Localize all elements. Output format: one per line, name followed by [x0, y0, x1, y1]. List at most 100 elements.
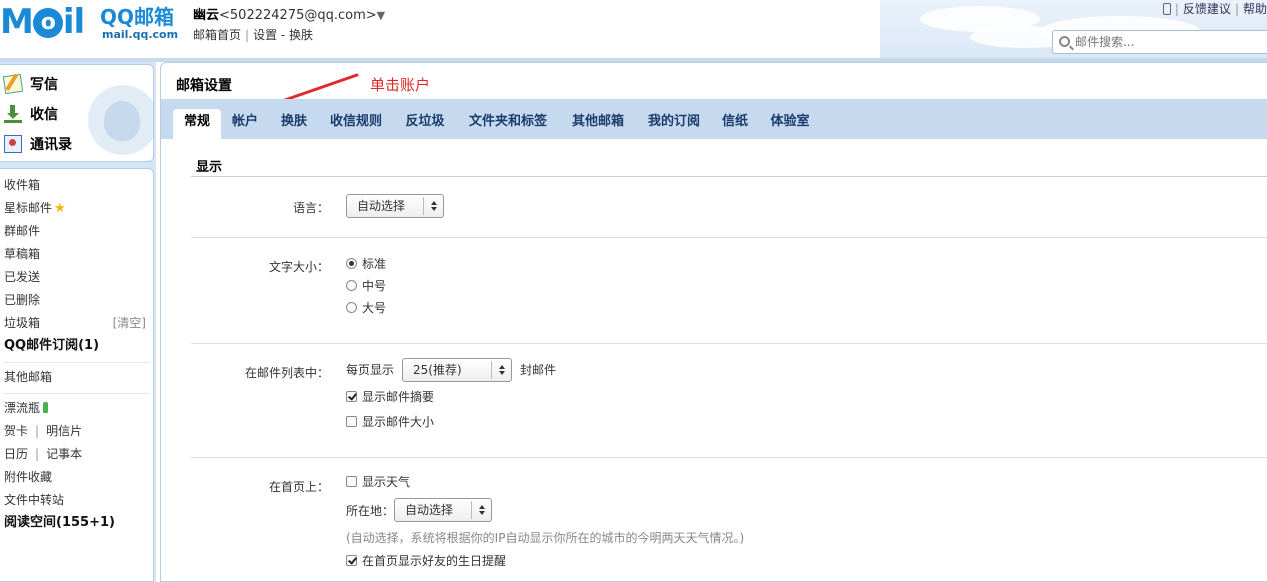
tab-general[interactable]: 常规 — [173, 109, 221, 139]
folder-transfer[interactable]: 文件中转站 — [4, 490, 148, 510]
link-settings[interactable]: 设置 — [253, 28, 277, 42]
tab-account[interactable]: 帐户 — [223, 109, 267, 139]
search-icon[interactable] — [1059, 36, 1070, 47]
section-display: 显示 — [191, 147, 1267, 177]
mail-list-label: 在邮件列表中： — [244, 366, 329, 380]
folder-deleted[interactable]: 已删除 — [4, 290, 148, 310]
folder-other-mail[interactable]: 其他邮箱 — [4, 367, 148, 387]
link-feedback[interactable]: 反馈建议 — [1183, 2, 1231, 16]
contacts-icon — [4, 135, 22, 153]
tab-mail-rules[interactable]: 收信规则 — [321, 109, 391, 139]
link-skin[interactable]: 换肤 — [289, 28, 313, 42]
tab-folders-labels[interactable]: 文件夹和标签 — [459, 109, 557, 139]
divider — [191, 457, 1267, 458]
bottle-icon — [43, 402, 49, 413]
option-label: 显示邮件摘要 — [362, 390, 435, 404]
logo-domain: mail.qq.com — [102, 28, 179, 41]
tab-stationery[interactable]: 信纸 — [714, 109, 756, 139]
link-mail-home[interactable]: 邮箱首页 — [193, 28, 241, 42]
option-label: 大号 — [362, 301, 387, 315]
language-label: 语言： — [292, 201, 329, 215]
font-size-option-large[interactable]: 大号 — [346, 299, 386, 317]
radio-icon — [346, 258, 357, 269]
write-button[interactable]: 写信 — [2, 72, 58, 96]
language-value: 自动选择 — [357, 199, 406, 213]
option-label: 中号 — [362, 279, 387, 293]
settings-tabs: 常规 帐户 换肤 收信规则 反垃圾 文件夹和标签 其他邮箱 我的订阅 信纸 体验… — [161, 99, 1267, 139]
folder-attachments[interactable]: 附件收藏 — [4, 467, 148, 487]
radio-icon — [346, 280, 357, 291]
search-input[interactable] — [1075, 33, 1260, 51]
show-size-checkbox[interactable]: 显示邮件大小 — [346, 413, 434, 431]
contacts-button[interactable]: 通讯录 — [4, 132, 72, 156]
link-card[interactable]: 贺卡 — [4, 424, 28, 438]
folder-subscription[interactable]: QQ邮件订阅(1) — [4, 336, 148, 356]
user-account-menu[interactable]: 幽云<502224275@qq.com>▼ — [193, 4, 385, 23]
tab-anti-spam[interactable]: 反垃圾 — [397, 109, 453, 139]
font-size-label: 文字大小： — [268, 260, 329, 274]
tab-my-subscriptions[interactable]: 我的订阅 — [639, 109, 709, 139]
link-help[interactable]: 帮助 — [1243, 2, 1267, 16]
logo-brand: QQ邮箱 — [100, 5, 175, 29]
option-label: 标准 — [362, 257, 387, 271]
contacts-label: 通讯录 — [30, 137, 72, 153]
folder-starred[interactable]: 星标邮件 ★ — [4, 198, 148, 218]
tab-other-mailboxes[interactable]: 其他邮箱 — [563, 109, 633, 139]
checkbox-icon — [346, 555, 357, 566]
language-select[interactable]: 自动选择 — [346, 194, 444, 218]
per-page-prefix: 每页显示 — [346, 363, 395, 377]
folder-group[interactable]: 群邮件 — [4, 221, 148, 241]
option-label: 显示天气 — [362, 475, 411, 489]
folder-spam[interactable]: 垃圾箱 [清空] — [4, 313, 148, 333]
select-arrows-icon — [491, 361, 511, 379]
link-postcard[interactable]: 明信片 — [46, 424, 82, 438]
location-select[interactable]: 自动选择 — [394, 498, 492, 522]
top-right-links: | 反馈建议 | 帮助 — [1162, 0, 1267, 17]
option-label: 在首页显示好友的生日提醒 — [362, 554, 507, 568]
folder-sent[interactable]: 已发送 — [4, 267, 148, 287]
inbox-icon — [4, 105, 22, 123]
receive-button[interactable]: 收信 — [4, 102, 58, 126]
checkbox-icon — [346, 416, 357, 427]
write-label: 写信 — [30, 77, 58, 93]
tab-lab[interactable]: 体验室 — [761, 109, 819, 139]
clear-spam-link[interactable]: [清空] — [113, 313, 146, 333]
tab-skin[interactable]: 换肤 — [272, 109, 316, 139]
qq-penguin-decoration — [104, 101, 140, 141]
location-value: 自动选择 — [405, 503, 454, 517]
qq-mail-logo[interactable]: Mo il QQ邮箱 mail.qq.com — [0, 2, 180, 42]
phone-icon[interactable] — [1162, 3, 1171, 15]
folder-drift-bottle[interactable]: 漂流瓶 — [4, 398, 148, 418]
per-page-select[interactable]: 25(推荐) — [402, 358, 512, 382]
radio-icon — [346, 302, 357, 313]
divider: | — [1174, 2, 1179, 16]
link-notes[interactable]: 记事本 — [46, 447, 82, 461]
checkbox-icon — [346, 391, 357, 402]
location-label: 所在地： — [346, 504, 395, 518]
user-links: 邮箱首页 | 设置 - 换肤 — [193, 26, 385, 43]
logo-mark: Mo il — [0, 2, 85, 42]
section-title: 显示 — [196, 160, 223, 175]
font-size-option-standard[interactable]: 标准 — [346, 255, 386, 273]
divider: | — [245, 28, 250, 42]
settings-panel: 邮箱设置 单击账户 常规 帐户 换肤 收信规则 反垃圾 文件夹和标签 其他邮箱 … — [160, 62, 1267, 582]
drift-bottle-label: 漂流瓶 — [4, 401, 41, 415]
weather-hint: (自动选择，系统将根据你的IP自动显示你所在的城市的今明两天天气情况。) — [346, 531, 745, 545]
header: Mo il QQ邮箱 mail.qq.com 幽云<502224275@qq.co… — [0, 0, 1267, 58]
page-title: 邮箱设置 — [176, 78, 232, 94]
divider: | — [35, 424, 40, 438]
option-label: 显示邮件大小 — [362, 415, 435, 429]
star-icon: ★ — [54, 201, 66, 216]
folder-reading[interactable]: 阅读空间(155+1) — [4, 513, 148, 533]
write-icon — [2, 73, 24, 95]
divider — [4, 362, 150, 363]
birthday-reminder-checkbox[interactable]: 在首页显示好友的生日提醒 — [346, 552, 506, 570]
font-size-option-medium[interactable]: 中号 — [346, 277, 386, 295]
show-weather-checkbox[interactable]: 显示天气 — [346, 473, 410, 491]
chevron-down-icon[interactable]: ▼ — [377, 9, 385, 22]
folder-inbox[interactable]: 收件箱 — [4, 175, 148, 195]
folder-drafts[interactable]: 草稿箱 — [4, 244, 148, 264]
folder-list: 收件箱 星标邮件 ★ 群邮件 草稿箱 已发送 已删除 垃圾箱 [清空] QQ邮件订阅… — [0, 168, 154, 582]
show-summary-checkbox[interactable]: 显示邮件摘要 — [346, 388, 434, 406]
link-calendar[interactable]: 日历 — [4, 447, 28, 461]
